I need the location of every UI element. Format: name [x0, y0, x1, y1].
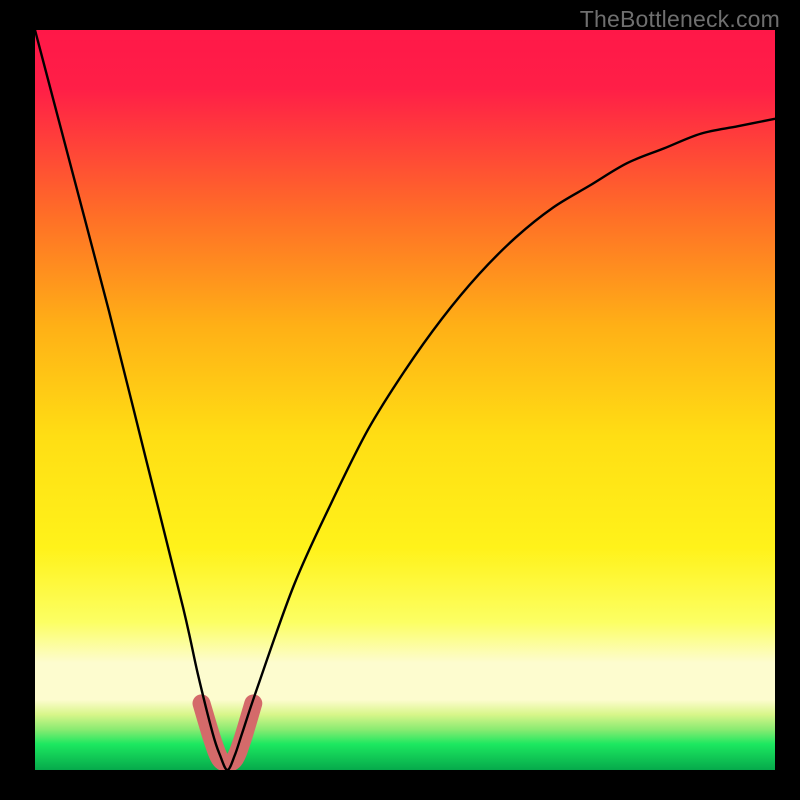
min-region-highlight	[202, 703, 254, 762]
plot-area	[35, 30, 775, 770]
curve-path	[35, 30, 775, 770]
bottleneck-curve	[35, 30, 775, 770]
watermark-text: TheBottleneck.com	[580, 6, 780, 33]
chart-frame: TheBottleneck.com	[0, 0, 800, 800]
